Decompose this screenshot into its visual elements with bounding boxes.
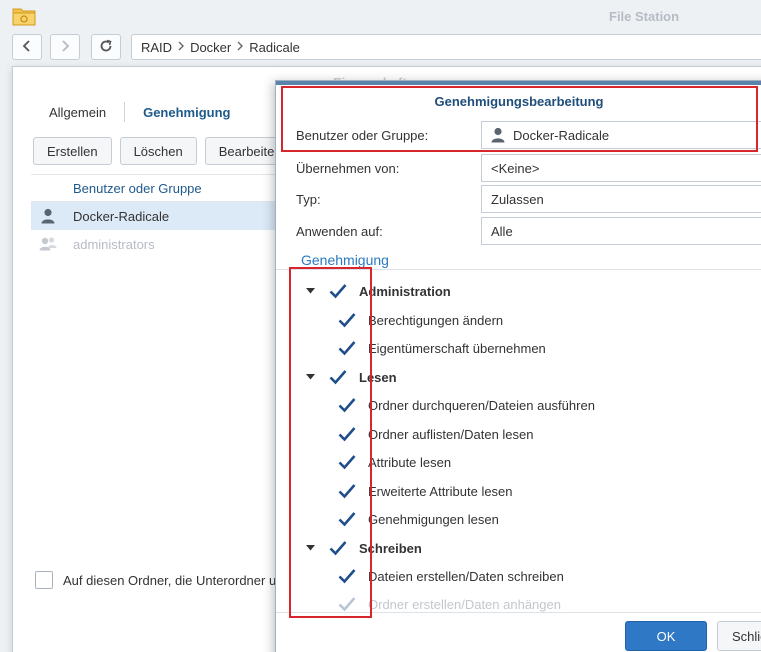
type-row: Typ: Zulassen (296, 184, 761, 214)
checkmark-icon[interactable] (338, 425, 356, 443)
permission-item-label: Ordner auflisten/Daten lesen (368, 426, 534, 442)
field-value: Alle (491, 223, 513, 239)
checkmark-icon[interactable] (338, 482, 356, 500)
permission-item-label: Genehmigungen lesen (368, 511, 499, 527)
permission-item-label: Ordner durchqueren/Dateien ausführen (368, 397, 595, 413)
back-button[interactable] (12, 34, 42, 60)
breadcrumb-separator-icon (178, 41, 185, 54)
permission-item-label: Eigentümerschaft übernehmen (368, 340, 546, 356)
apply-to-row: Anwenden auf: Alle (296, 216, 761, 246)
permission-item-label: Berechtigungen ändern (368, 312, 504, 328)
permission-group-label: Lesen (359, 369, 397, 385)
chevron-right-icon (60, 39, 70, 55)
permission-item[interactable]: Ordner auflisten/Daten lesen (338, 422, 533, 446)
apply-to-select[interactable]: Alle (481, 217, 761, 245)
permission-group-read[interactable]: Lesen (305, 365, 397, 389)
dialog-accent-bar (276, 81, 761, 85)
apply-to-subfolders-checkbox[interactable] (35, 571, 53, 589)
navigation-bar: RAID Docker Radicale (0, 32, 761, 64)
inherit-from-row: Übernehmen von: <Keine> (296, 153, 761, 183)
caret-down-icon[interactable] (305, 286, 315, 296)
checkmark-icon[interactable] (338, 339, 356, 357)
permission-group-administration[interactable]: Administration (305, 279, 451, 303)
user-or-group-field[interactable]: Docker-Radicale (481, 121, 761, 149)
permission-item[interactable]: Erweiterte Attribute lesen (338, 479, 513, 503)
list-item[interactable]: Docker-Radicale (31, 202, 301, 230)
checkmark-icon[interactable] (338, 595, 356, 613)
permission-item[interactable]: Eigentümerschaft übernehmen (338, 336, 546, 360)
permission-item[interactable]: Berechtigungen ändern (338, 308, 503, 332)
permission-item-label: Ordner erstellen/Daten anhängen (368, 596, 561, 612)
ok-button[interactable]: OK (625, 621, 707, 651)
permission-item-label: Attribute lesen (368, 454, 452, 470)
folder-icon (12, 6, 36, 26)
list-item[interactable]: administrators (31, 230, 301, 258)
field-label: Typ: (296, 191, 321, 207)
breadcrumb-item[interactable]: RAID (141, 40, 172, 55)
user-icon (39, 207, 57, 225)
permission-editor-dialog: Genehmigungsbearbeitung Benutzer oder Gr… (275, 80, 761, 652)
user-or-group-row: Benutzer oder Gruppe: Docker-Radicale (296, 120, 761, 150)
field-label: Übernehmen von: (296, 160, 400, 176)
title-bar: File Station (0, 0, 761, 32)
permission-item[interactable]: Ordner durchqueren/Dateien ausführen (338, 393, 595, 417)
refresh-button[interactable] (91, 34, 121, 60)
list-column-header[interactable]: Benutzer oder Gruppe (31, 174, 301, 202)
field-label: Benutzer oder Gruppe: (296, 127, 429, 143)
chevron-left-icon (22, 39, 32, 55)
checkmark-icon[interactable] (338, 567, 356, 585)
checkmark-icon[interactable] (338, 510, 356, 528)
dialog-title: Genehmigungsbearbeitung (434, 94, 604, 109)
close-button[interactable]: Schließen (717, 621, 761, 651)
permission-item-label: Erweiterte Attribute lesen (368, 483, 513, 499)
type-select[interactable]: Zulassen (481, 185, 761, 213)
permission-group-label: Administration (359, 283, 451, 299)
delete-button[interactable]: Löschen (119, 137, 197, 165)
tab-general[interactable]: Allgemein (31, 100, 124, 124)
checkmark-icon[interactable] (329, 368, 347, 386)
file-station-window: File Station RAID Docker Radicale Allgem… (0, 0, 761, 652)
permission-section-title: Genehmigung (301, 252, 389, 268)
group-icon (39, 235, 57, 253)
permission-group-label: Schreiben (359, 540, 422, 556)
checkmark-icon[interactable] (338, 311, 356, 329)
user-icon (491, 127, 505, 143)
permission-item[interactable]: Genehmigungen lesen (338, 507, 499, 531)
footer-divider (276, 612, 761, 613)
field-label: Anwenden auf: (296, 223, 383, 239)
section-divider (276, 269, 761, 270)
path-bar[interactable]: RAID Docker Radicale (131, 34, 761, 60)
inherit-from-select[interactable]: <Keine> (481, 154, 761, 182)
field-value: Zulassen (491, 191, 544, 207)
caret-down-icon[interactable] (305, 543, 315, 553)
permission-item[interactable]: Dateien erstellen/Daten schreiben (338, 564, 564, 588)
breadcrumb-separator-icon (237, 41, 244, 54)
checkmark-icon[interactable] (329, 539, 347, 557)
permission-group-write[interactable]: Schreiben (305, 536, 422, 560)
field-value: Docker-Radicale (513, 127, 610, 143)
checkmark-icon[interactable] (329, 282, 347, 300)
breadcrumb-item[interactable]: Radicale (249, 40, 300, 55)
permission-toolbar: Erstellen Löschen Bearbeiten (33, 137, 296, 165)
caret-down-icon[interactable] (305, 372, 315, 382)
list-item-label: Docker-Radicale (73, 208, 170, 224)
field-value: <Keine> (491, 160, 540, 176)
refresh-icon (99, 39, 113, 56)
permission-item[interactable]: Attribute lesen (338, 450, 451, 474)
checkmark-icon[interactable] (338, 396, 356, 414)
create-button[interactable]: Erstellen (33, 137, 112, 165)
tab-bar: Allgemein Genehmigung (31, 97, 248, 127)
breadcrumb-item[interactable]: Docker (190, 40, 231, 55)
permission-item-label: Dateien erstellen/Daten schreiben (368, 568, 564, 584)
app-title: File Station (609, 9, 680, 24)
list-item-label: administrators (73, 236, 155, 252)
tab-permission[interactable]: Genehmigung (125, 100, 248, 124)
checkmark-icon[interactable] (338, 453, 356, 471)
forward-button[interactable] (50, 34, 80, 60)
